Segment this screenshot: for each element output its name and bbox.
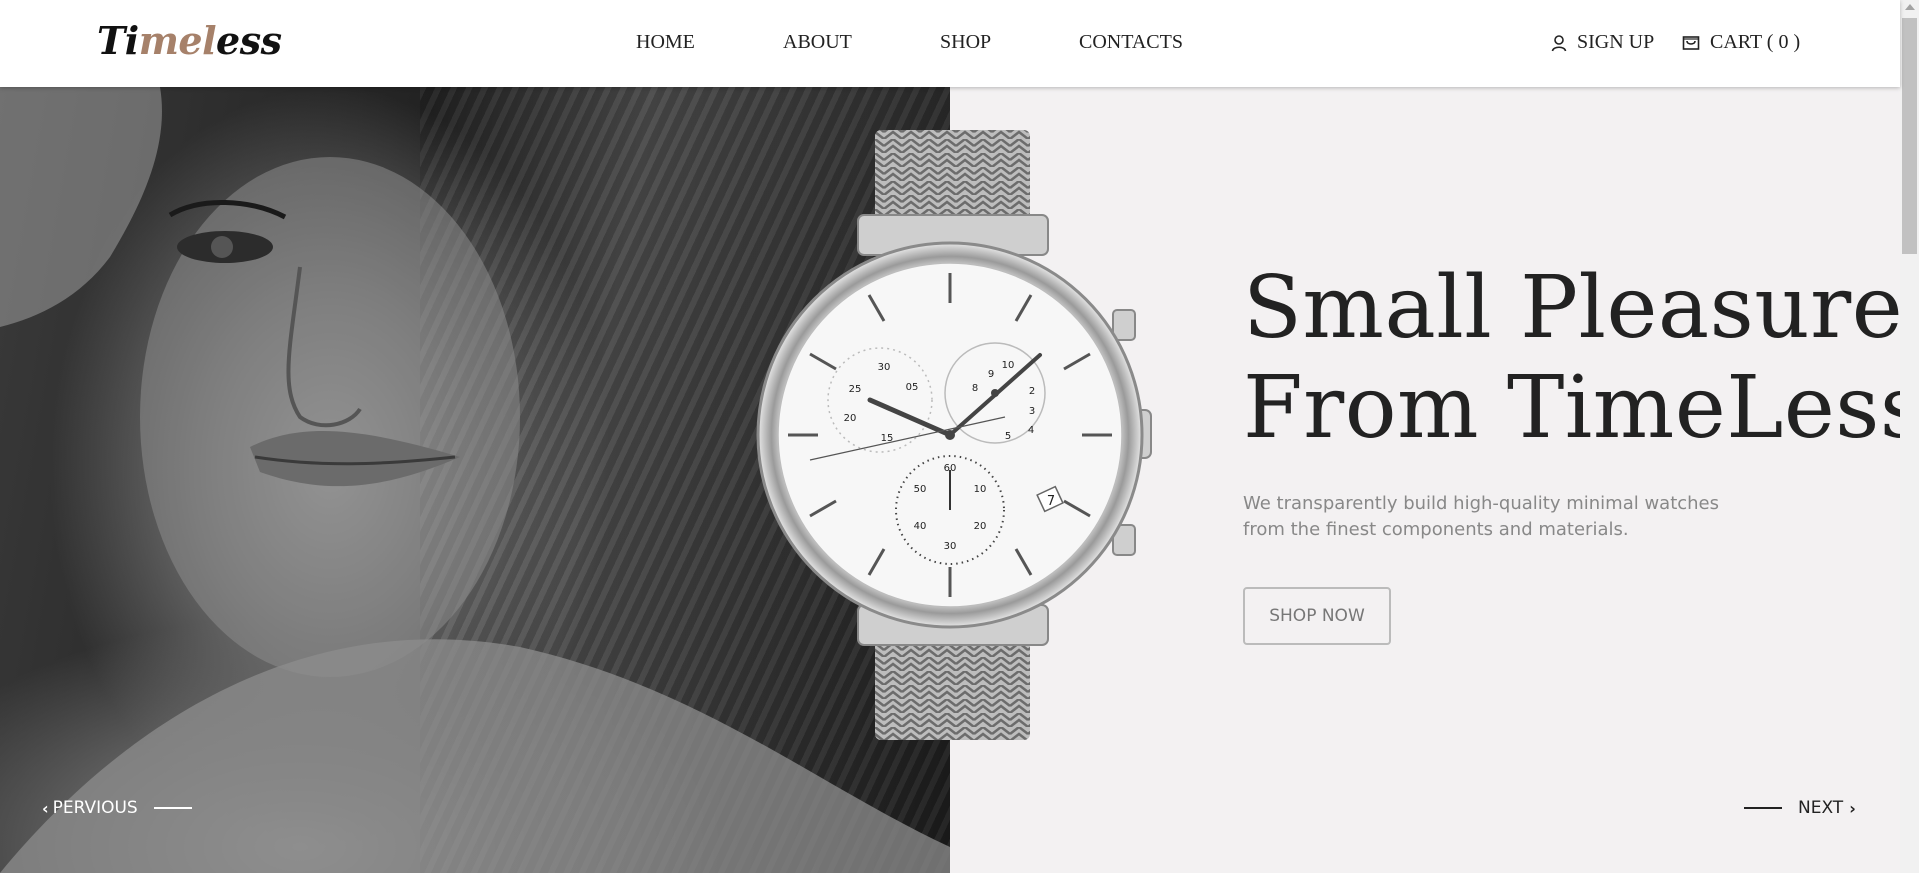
shop-now-button[interactable]: SHOP NOW [1243,587,1391,645]
subdial-left-05: 05 [906,382,919,393]
previous-slide-button[interactable]: ‹ PERVIOUS [42,798,192,818]
subdial-bottom-20: 20 [974,521,987,532]
subdial-right-8: 8 [972,383,978,394]
cart-link[interactable]: CART ( 0 ) [1682,31,1800,54]
nav-about[interactable]: ABOUT [783,31,852,54]
hero-subtitle: We transparently build high-quality mini… [1243,491,1803,543]
scroll-up-arrow-icon[interactable] [1905,4,1915,10]
sign-up-link[interactable]: SIGN UP [1551,31,1654,54]
subdial-bottom-50: 50 [914,484,927,495]
previous-line-decoration [153,807,192,809]
subdial-bottom-30: 30 [944,541,957,552]
chevron-right-icon: › [1849,798,1856,818]
nav-shop[interactable]: SHOP [940,31,991,54]
subdial-right-2: 2 [1029,386,1035,397]
previous-label: PERVIOUS [52,798,138,818]
subdial-bottom-40: 40 [914,521,927,532]
site-header: Timeless HOME ABOUT SHOP CONTACTS SIGN U… [0,0,1900,87]
nav-contacts[interactable]: CONTACTS [1079,31,1183,54]
next-slide-button[interactable]: NEXT › [1744,798,1856,818]
subdial-left-30: 30 [878,362,891,373]
scrollbar-thumb[interactable] [1902,18,1917,254]
subdial-right-4: 4 [1028,425,1034,436]
cart-icon [1682,36,1700,50]
next-line-decoration [1744,807,1782,809]
subtitle-line-1: We transparently build high-quality mini… [1243,493,1720,514]
hero-headline: Small Pleasures From TimeLess [1243,258,1919,458]
subdial-right-5: 5 [1005,431,1011,442]
chevron-left-icon: ‹ [42,798,49,818]
subdial-bottom-10: 10 [974,484,987,495]
user-icon [1551,34,1567,51]
logo-part1: Ti [97,18,139,63]
subdial-right-9: 9 [988,369,994,380]
subdial-left-20: 20 [844,413,857,424]
subdial-left-25: 25 [849,384,862,395]
logo-accent-letter: me [138,18,203,63]
watch-product-image: 30 05 25 20 15 10 9 8 2 3 5 4 60 50 10 4… [756,130,1152,740]
next-label: NEXT [1798,798,1844,818]
sign-up-label: SIGN UP [1577,31,1655,53]
subdial-right-3: 3 [1029,406,1035,417]
cart-label: CART ( 0 ) [1710,31,1801,53]
headline-line-1: Small Pleasures [1243,258,1919,358]
subtitle-line-2: from the finest components and materials… [1243,519,1629,540]
subdial-right-10: 10 [1002,360,1015,371]
vertical-scrollbar[interactable] [1900,0,1919,873]
date-window: 7 [1047,494,1055,509]
headline-line-2: From TimeLess [1243,358,1919,458]
nav-home[interactable]: HOME [636,31,695,54]
logo[interactable]: Timeless [97,18,282,63]
logo-part3: ess [216,18,282,63]
logo-accent-l: l [202,18,217,63]
